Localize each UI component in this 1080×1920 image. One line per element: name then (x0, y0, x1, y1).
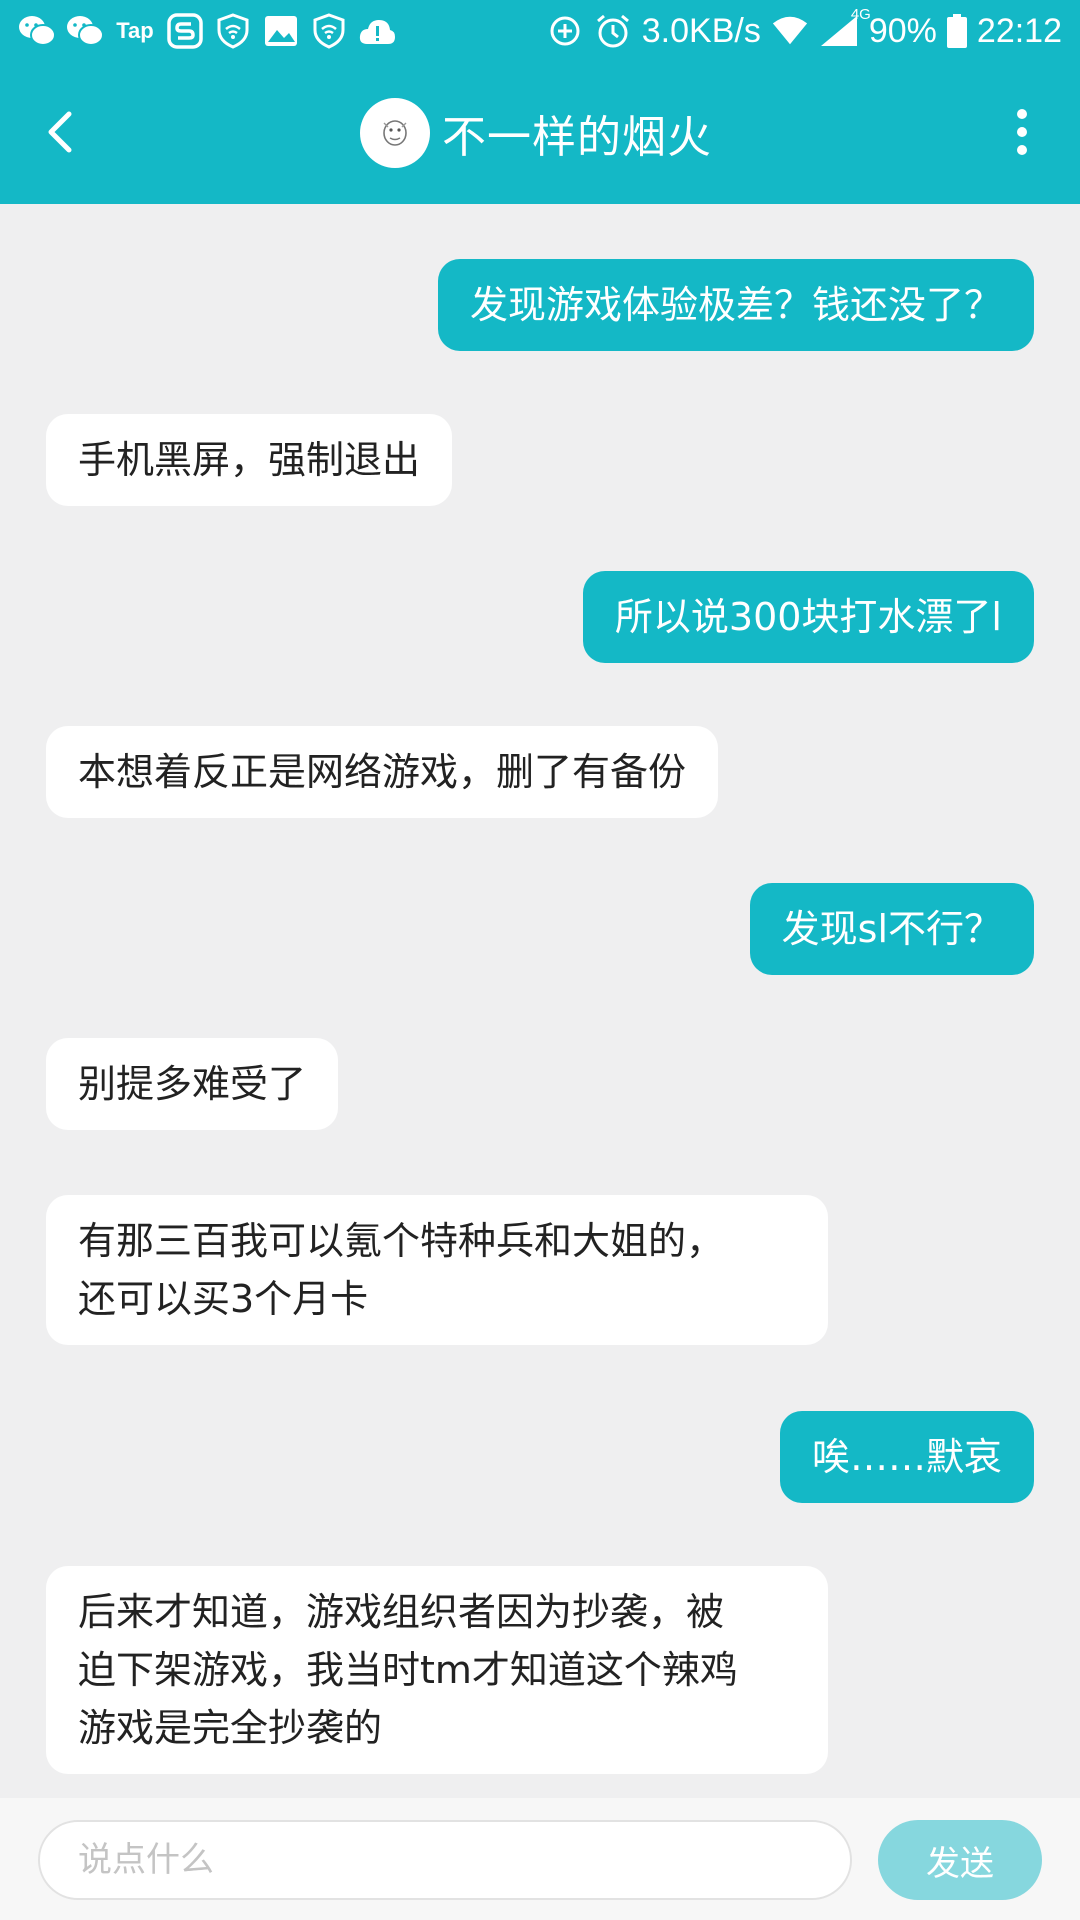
back-button[interactable] (30, 102, 90, 162)
message-bubble-outgoing[interactable]: 唉……默哀 (779, 1411, 1034, 1503)
page-title: 不一样的烟火 (442, 112, 712, 163)
more-vert-icon (1017, 109, 1027, 119)
message-bubble-outgoing[interactable]: 发现sl不行？ (749, 883, 1034, 975)
send-button[interactable]: 发送 (878, 1820, 1042, 1900)
message-bubble-incoming[interactable]: 后来才知道，游戏组织者因为抄袭，被 迫下架游戏，我当时tm才知道这个辣鸡 游戏是… (46, 1566, 828, 1774)
image-icon (262, 12, 300, 50)
chevron-left-icon (48, 111, 72, 153)
composer-bar: 发送 (0, 1798, 1080, 1920)
system-status: 3.0KB/s 4G 90% 22:12 (546, 6, 1062, 54)
more-options-button[interactable] (1002, 102, 1042, 162)
header: Tap 3.0KB/s 4G 90% 22:12 不一样的烟火 (0, 0, 1080, 204)
wifi-icon (771, 12, 809, 50)
chat-screen: Tap 3.0KB/s 4G 90% 22:12 不一样的烟火 发现游戏体验极差… (0, 0, 1080, 1920)
alarm-icon (594, 12, 632, 50)
message-bubble-outgoing[interactable]: 发现游戏体验极差？钱还没了？ (437, 259, 1034, 351)
message-bubble-incoming[interactable]: 手机黑屏，强制退出 (46, 414, 453, 506)
cellular-signal: 4G (819, 6, 871, 48)
shield-wifi-icon (310, 12, 348, 50)
clock: 22:12 (976, 11, 1062, 50)
avatar[interactable] (360, 98, 430, 168)
network-type: 4G (850, 6, 871, 23)
message-bubble-incoming[interactable]: 本想着反正是网络游戏，删了有备份 (46, 726, 719, 818)
cloud-alert-icon (358, 12, 396, 50)
notification-icons: Tap (18, 10, 396, 52)
wechat-icon (66, 12, 104, 50)
battery-icon (946, 14, 967, 48)
tap-icon: Tap (116, 18, 154, 43)
message-bubble-incoming[interactable]: 别提多难受了 (46, 1038, 339, 1130)
title-bar: 不一样的烟火 (0, 62, 1080, 204)
message-list[interactable]: 发现游戏体验极差？钱还没了？ 手机黑屏，强制退出 所以说300块打水漂了l 本想… (0, 204, 1080, 1798)
battery-percent: 90% (868, 11, 937, 50)
status-bar: Tap 3.0KB/s 4G 90% 22:12 (0, 0, 1080, 62)
shield-wifi-icon (214, 12, 252, 50)
message-bubble-outgoing[interactable]: 所以说300块打水漂了l (582, 571, 1034, 663)
message-input[interactable] (38, 1820, 852, 1900)
data-saver-icon (546, 12, 584, 50)
s-app-icon (166, 12, 204, 50)
wechat-icon (18, 12, 56, 50)
network-speed: 3.0KB/s (641, 11, 761, 50)
message-bubble-incoming[interactable]: 有那三百我可以氪个特种兵和大姐的， 还可以买3个月卡 (46, 1195, 828, 1345)
chat-title[interactable]: 不一样的烟火 (360, 96, 712, 170)
